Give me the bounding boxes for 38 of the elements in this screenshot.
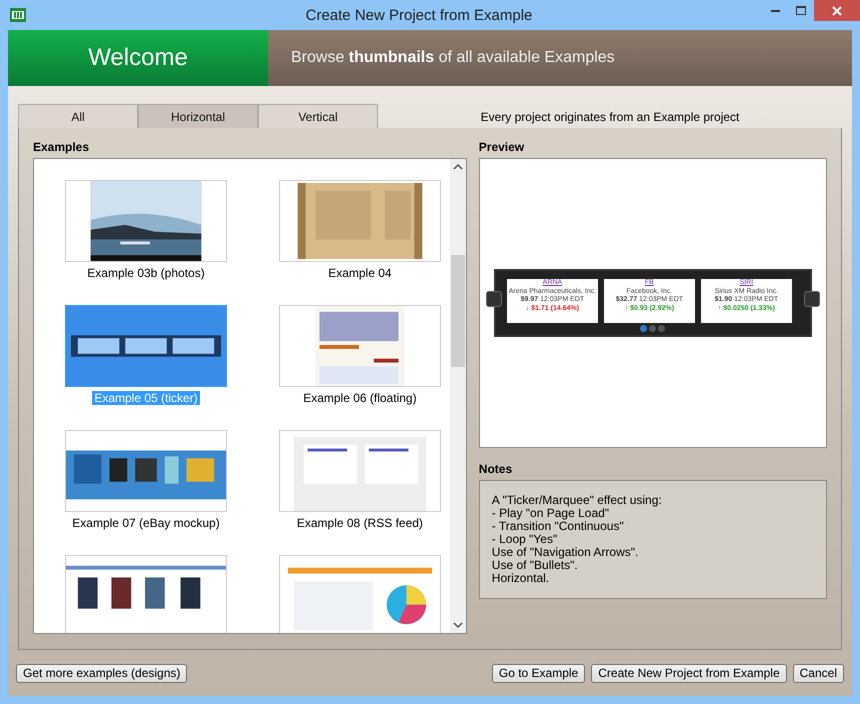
tab[interactable]: Vertical: [258, 104, 378, 128]
example-label[interactable]: Example 04: [326, 266, 394, 280]
scroll-thumb[interactable]: [450, 255, 465, 367]
close-button[interactable]: [814, 0, 860, 21]
close-icon[interactable]: [832, 6, 842, 16]
scroll-down-icon[interactable]: [452, 621, 463, 629]
section-title: Preview: [478, 140, 526, 154]
dialog-button[interactable]: Create New Project from Example: [591, 664, 787, 682]
note-line: Use of "Navigation Arrows".: [492, 546, 640, 559]
app-icon: [10, 8, 26, 22]
example-label[interactable]: Example 07 (eBay mockup): [70, 516, 222, 530]
note-line: A "Ticker/Marquee" effect using:: [492, 494, 663, 507]
tab[interactable]: Horizontal: [138, 104, 258, 128]
section-title: Notes: [478, 462, 514, 476]
bullet-dot[interactable]: [658, 325, 666, 332]
bullet-dot[interactable]: [640, 325, 648, 332]
dialog-button[interactable]: Go to Example: [492, 664, 586, 682]
scroll-up-icon[interactable]: [452, 163, 463, 171]
window-title: Create New Project from Example: [304, 6, 534, 24]
bullet-dot[interactable]: [649, 325, 656, 332]
scrollbar[interactable]: [450, 159, 466, 633]
get-examples-button[interactable]: Get more examples (designs): [16, 664, 188, 682]
minimize-icon[interactable]: [770, 10, 780, 12]
header-tagline: Browse thumbnails of all available Examples: [268, 30, 852, 86]
maximize-icon[interactable]: [796, 6, 806, 15]
note-line: Use of "Bullets".: [492, 559, 578, 572]
dialog-button[interactable]: Cancel: [792, 664, 844, 682]
note-line: - Loop "Yes": [492, 533, 558, 546]
note-line: - Play "on Page Load": [492, 507, 610, 520]
tab[interactable]: All: [18, 104, 138, 128]
welcome-banner: Welcome: [8, 30, 268, 86]
note-line: Horizontal.: [492, 572, 550, 585]
example-label[interactable]: Example 06 (floating): [301, 391, 419, 405]
tab-caption: Every project originates from an Example project: [480, 110, 740, 126]
section-title: Examples: [33, 140, 90, 154]
example-label[interactable]: Example 08 (RSS feed): [294, 516, 425, 530]
note-line: - Transition "Continuous": [492, 520, 625, 533]
example-label[interactable]: Example 03b (photos): [85, 266, 207, 280]
